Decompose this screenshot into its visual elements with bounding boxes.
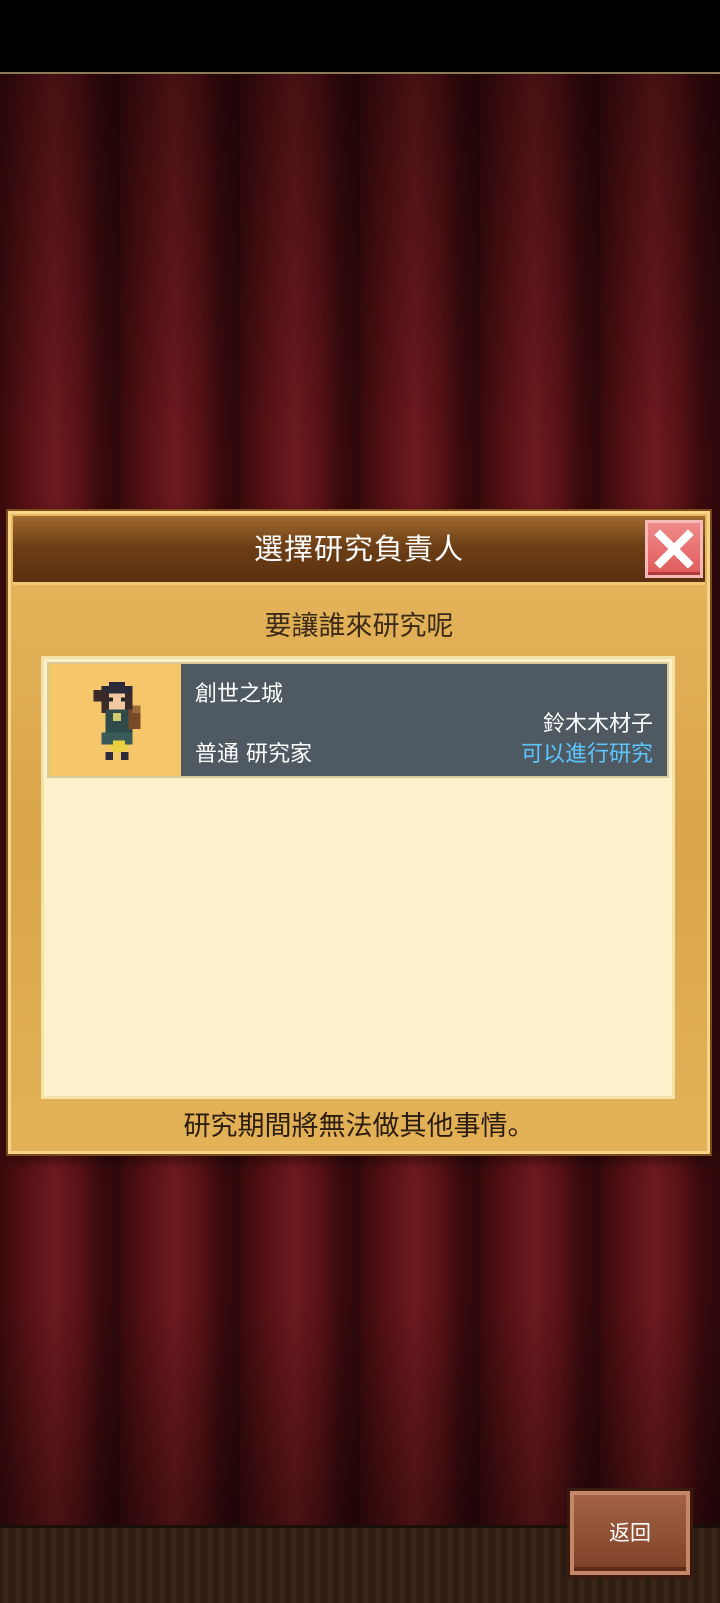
researcher-name: 鈴木木材子 [542, 712, 653, 737]
researcher-info: 創世之城 鈴木木材子 普通 研究家 可以進行研究 [181, 664, 667, 776]
back-button[interactable]: 返回 [570, 1491, 690, 1575]
dialog-header: 選擇研究負責人 [13, 516, 705, 585]
researcher-role: 普通 研究家 [195, 742, 312, 767]
dialog-footer-note: 研究期間將無法做其他事情。 [183, 1111, 535, 1142]
select-researcher-dialog: 選擇研究負責人 要讓誰來研究呢 創世之城 鈴木木材子 普通 研究家 可以進行研究… [8, 511, 710, 1154]
status-bar [0, 0, 720, 74]
witch-character-sprite [93, 682, 141, 760]
close-x-icon [654, 529, 694, 569]
researcher-row[interactable]: 創世之城 鈴木木材子 普通 研究家 可以進行研究 [47, 662, 669, 778]
researcher-status: 可以進行研究 [520, 742, 653, 767]
close-button[interactable] [645, 520, 703, 578]
avatar [49, 664, 181, 776]
dialog-title: 選擇研究負責人 [253, 532, 464, 566]
back-button-label: 返回 [609, 1521, 651, 1545]
researcher-list: 創世之城 鈴木木材子 普通 研究家 可以進行研究 [41, 656, 675, 1099]
dialog-subtitle: 要讓誰來研究呢 [264, 611, 454, 642]
researcher-title: 創世之城 [195, 682, 284, 707]
